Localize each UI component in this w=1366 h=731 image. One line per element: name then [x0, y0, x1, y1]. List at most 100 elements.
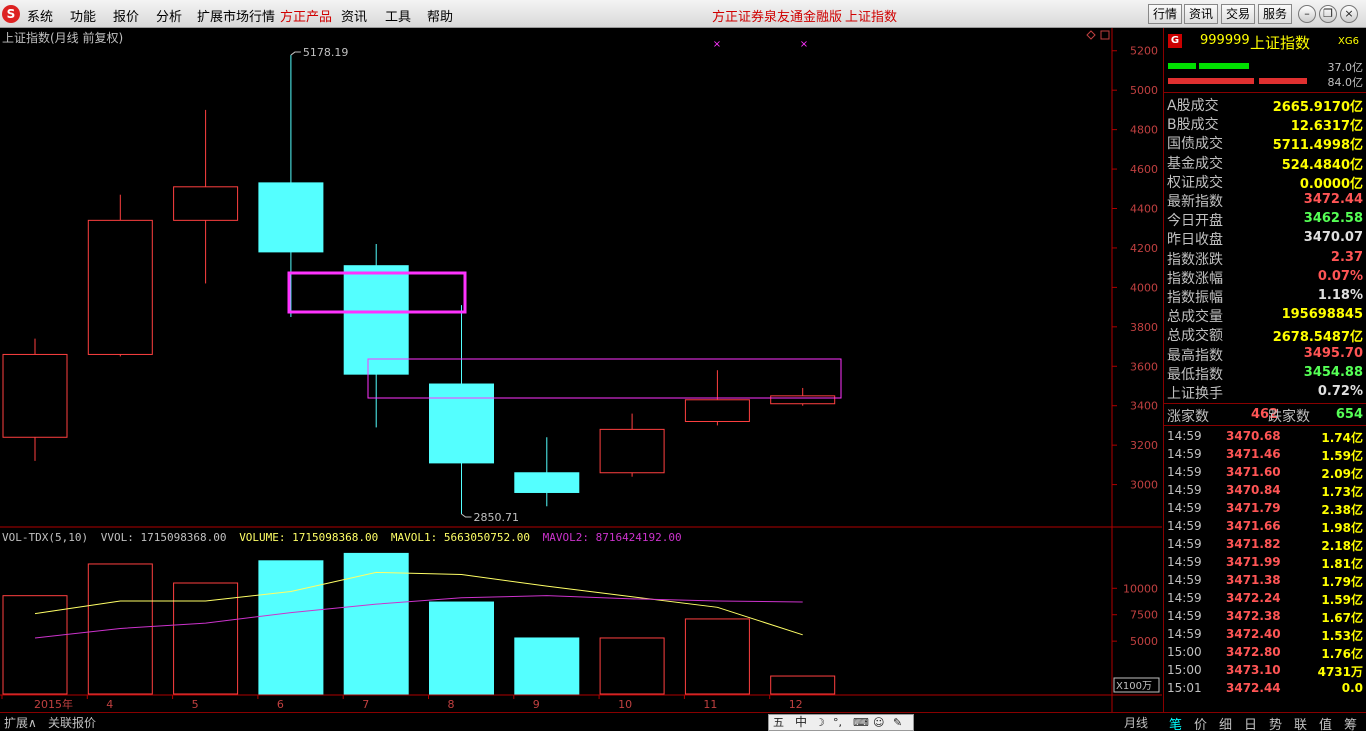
tick-price: 3471.99: [1226, 555, 1281, 569]
tick-price: 3471.79: [1226, 501, 1281, 515]
tick-row: 14:59 3471.66 1.98亿: [1164, 517, 1366, 535]
quote-row-value: 1.18%: [1317, 288, 1363, 303]
app-logo-icon[interactable]: S: [2, 5, 20, 23]
quote-row-value: 3462.58: [1303, 211, 1363, 227]
sell-volume-label: 84.0亿: [1327, 76, 1364, 89]
price-tick-label: 5200: [1130, 45, 1158, 58]
stock-tag: XG6: [1338, 36, 1359, 47]
candle-body-up: [2, 353, 68, 438]
time-tick-label: 4: [106, 698, 113, 711]
side-tab-6[interactable]: 值: [1319, 714, 1332, 731]
low-label: 2850.71: [474, 511, 520, 524]
quote-row: 今日开盘 3462.58: [1164, 209, 1366, 230]
chart-panel[interactable]: 5178.19 2850.71 × × 3000 3200 3400 3600 3800 400…: [0, 28, 1162, 712]
quote-row-value: 5711.4998亿: [1272, 138, 1363, 154]
menu-system[interactable]: 系统: [27, 6, 53, 25]
quote-row-label: 国债成交: [1167, 136, 1223, 153]
quote-row-value: 524.4840亿: [1281, 157, 1363, 173]
tick-price: 3472.44: [1226, 681, 1281, 695]
ime-user-icon[interactable]: ☺: [873, 715, 884, 730]
ime-halfwidth-icon[interactable]: ☽: [815, 715, 825, 730]
price-tick-label: 4200: [1130, 242, 1158, 255]
tick-time: 14:59: [1167, 627, 1202, 641]
tick-price: 3470.68: [1226, 429, 1281, 443]
tick-time: 14:59: [1167, 609, 1202, 623]
quote-row-value: 3454.88: [1303, 364, 1363, 380]
tab-related-quote[interactable]: 关联报价: [48, 714, 96, 731]
sell-volume-bar: 84.0亿: [1164, 73, 1366, 89]
side-tab-2[interactable]: 细: [1219, 714, 1232, 731]
tick-time: 14:59: [1167, 573, 1202, 587]
menu-function[interactable]: 功能: [70, 6, 96, 25]
menu-analysis[interactable]: 分析: [156, 6, 182, 25]
service-button[interactable]: 服务: [1258, 4, 1293, 24]
tick-amount: 1.79亿: [1321, 575, 1363, 589]
side-tab-3[interactable]: 日: [1244, 714, 1257, 731]
quote-row-label: 指数涨跌: [1167, 251, 1223, 268]
tick-row: 14:59 3471.38 1.79亿: [1164, 571, 1366, 589]
tick-row: 14:59 3471.99 1.81亿: [1164, 553, 1366, 571]
tick-row: 14:59 3470.68 1.74亿: [1164, 427, 1366, 445]
news-button[interactable]: 资讯: [1184, 4, 1219, 24]
quote-row: 最新指数 3472.44: [1164, 190, 1366, 210]
tick-price: 3471.38: [1226, 573, 1281, 587]
quote-row: 指数涨幅 0.07%: [1164, 267, 1366, 287]
quote-row-label: 基金成交: [1167, 155, 1223, 172]
ime-punct-icon[interactable]: °,: [833, 715, 842, 730]
ime-keyboard-icon[interactable]: ⌨: [853, 715, 869, 730]
volume-bar-down: [343, 552, 409, 695]
menu-quote[interactable]: 报价: [113, 6, 139, 25]
quote-row: 指数振幅 1.18%: [1164, 286, 1366, 306]
tick-amount: 1.81亿: [1321, 557, 1363, 571]
down-count-value: 654: [1335, 407, 1363, 422]
quote-row-label: 最低指数: [1167, 366, 1223, 383]
quote-row: 昨日收盘 3470.07: [1164, 228, 1366, 248]
price-tick-label: 3200: [1130, 439, 1158, 452]
menu-news[interactable]: 资讯: [341, 6, 367, 25]
menu-extended-market[interactable]: 扩展市场行情: [197, 6, 275, 25]
period-label[interactable]: 月线: [1124, 714, 1148, 731]
side-tab-0[interactable]: 笔: [1169, 714, 1182, 731]
close-icon[interactable]: ×: [1340, 5, 1358, 23]
kline-chart[interactable]: 5178.19 2850.71 × × 3000 3200 3400 3600 3800 400…: [0, 28, 1162, 712]
tick-row: 14:59 3471.79 2.38亿: [1164, 499, 1366, 517]
quote-row-value: 0.07%: [1317, 268, 1363, 284]
side-tab-7[interactable]: 筹: [1344, 714, 1357, 731]
ime-mode-icon[interactable]: 五: [773, 715, 784, 730]
high-label: 5178.19: [303, 46, 349, 59]
quote-row-value: 2665.9170亿: [1272, 100, 1363, 115]
candle-body-up: [684, 399, 750, 422]
side-tab-5[interactable]: 联: [1294, 714, 1307, 731]
candle-body-up: [599, 428, 665, 474]
tick-amount: 1.59亿: [1321, 449, 1363, 463]
ime-settings-icon[interactable]: ✎: [893, 715, 902, 730]
quote-row-label: 今日开盘: [1167, 213, 1223, 230]
tick-row: 14:59 3472.38 1.67亿: [1164, 607, 1366, 625]
quote-row: 指数涨跌 2.37: [1164, 248, 1366, 268]
tick-price: 3473.10: [1226, 663, 1281, 677]
stock-badge: G: [1168, 34, 1182, 48]
stock-name: 上证指数: [1250, 34, 1311, 52]
menu-help[interactable]: 帮助: [427, 6, 453, 25]
menu-tools[interactable]: 工具: [385, 6, 411, 25]
minimize-icon[interactable]: –: [1298, 5, 1316, 23]
restore-icon[interactable]: ❐: [1319, 5, 1337, 23]
quote-row-label: 总成交额: [1167, 328, 1223, 345]
side-tab-4[interactable]: 势: [1269, 714, 1282, 731]
time-tick-label: 8: [448, 698, 455, 711]
tick-time: 14:59: [1167, 465, 1202, 479]
price-tick-label: 5000: [1130, 84, 1158, 97]
menu-founder-products[interactable]: 方正产品: [280, 6, 332, 25]
chart-option-icon: [1100, 30, 1110, 40]
quote-button[interactable]: 行情: [1148, 4, 1183, 24]
candle-body-up: [770, 395, 836, 405]
trade-button[interactable]: 交易: [1221, 4, 1256, 24]
tick-time: 15:00: [1167, 645, 1202, 659]
side-tab-1[interactable]: 价: [1194, 714, 1207, 731]
tab-extend[interactable]: 扩展∧: [4, 714, 37, 731]
quote-row-label: 指数涨幅: [1167, 270, 1223, 287]
menu-bar: S 系统 功能 报价 分析 扩展市场行情 方正产品 资讯 工具 帮助 方正证券泉…: [0, 0, 1366, 28]
ime-chinese-icon[interactable]: 中: [795, 715, 807, 730]
window-title-app: 方正证券泉友通金融版: [712, 10, 843, 25]
tick-row: 14:59 3472.40 1.53亿: [1164, 625, 1366, 643]
